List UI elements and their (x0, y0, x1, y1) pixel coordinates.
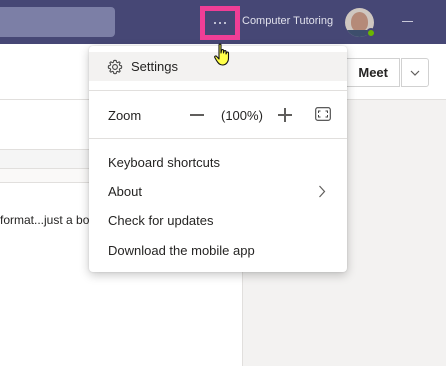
menu-item-keyboard-shortcuts[interactable]: Keyboard shortcuts (89, 148, 347, 177)
zoom-in-button[interactable] (278, 108, 292, 122)
chevron-right-icon (319, 185, 326, 198)
search-input[interactable] (0, 7, 115, 37)
about-label: About (108, 184, 142, 199)
meet-label: Meet (358, 65, 388, 80)
zoom-label: Zoom (108, 108, 142, 123)
chevron-down-icon (410, 70, 420, 76)
menu-divider (89, 90, 347, 91)
fullscreen-icon[interactable] (315, 107, 331, 121)
org-name: Computer Tutoring (242, 15, 334, 27)
presence-available-icon (366, 28, 376, 38)
settings-label: Settings (131, 59, 178, 74)
ellipsis-icon (214, 22, 226, 24)
more-options-button[interactable] (200, 6, 240, 40)
zoom-row: Zoom (100%) (89, 100, 347, 130)
download-app-label: Download the mobile app (108, 243, 255, 258)
gear-icon (107, 59, 123, 74)
zoom-out-button[interactable] (190, 114, 204, 116)
meet-options-button[interactable] (401, 58, 429, 87)
hand-cursor-icon (214, 43, 230, 66)
menu-item-check-updates[interactable]: Check for updates (89, 206, 347, 235)
check-updates-label: Check for updates (108, 213, 214, 228)
menu-item-download-app[interactable]: Download the mobile app (89, 236, 347, 265)
keyboard-shortcuts-label: Keyboard shortcuts (108, 155, 221, 170)
title-bar: Computer Tutoring (0, 0, 446, 44)
zoom-value: (100%) (221, 108, 263, 123)
menu-item-about[interactable]: About (89, 177, 347, 206)
more-options-menu: Settings Zoom (100%) Keyboard shortcuts … (89, 46, 347, 272)
minimize-button[interactable] (402, 21, 413, 22)
menu-divider (89, 138, 347, 139)
